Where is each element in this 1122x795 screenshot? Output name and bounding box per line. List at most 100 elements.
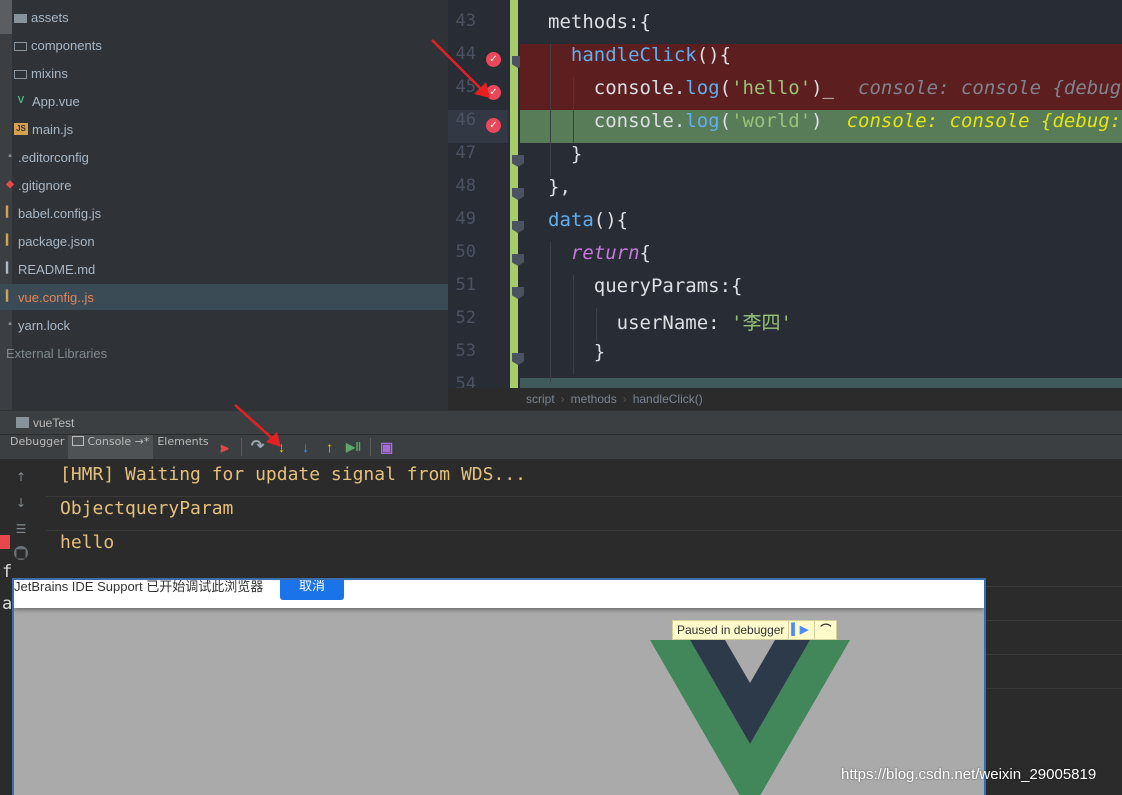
tree-item-label: .gitignore [18,177,72,193]
tree-item-main-js[interactable]: JS main.js [0,116,448,142]
breadcrumb-item[interactable]: script [526,392,555,406]
annotation-arrow-icon [234,404,281,447]
tree-item-package-json[interactable]: ▎ package.json [0,228,448,254]
config-file-icon: ▪ [8,151,12,162]
tree-item-editorconfig[interactable]: ▪ .editorconfig [0,144,448,170]
resume-icon[interactable]: ▍▶ [788,621,810,639]
scroll-down-icon[interactable]: ↓ [14,496,28,510]
line-number: 49 [455,209,476,229]
run-config-icon [16,417,29,428]
edge-letter: a [2,594,13,614]
code-line-44: handleClick(){ [520,44,1122,77]
line-number: 53 [455,341,476,361]
breadcrumb-item[interactable]: methods [571,392,617,406]
console-icon [72,436,85,446]
file-icon: ▪ [8,319,12,330]
browser-window[interactable]: JetBrains IDE Support 已开始调试此浏览器 取消 Pause… [12,578,986,795]
line-number: 50 [455,242,476,262]
infobar-message: JetBrains IDE Support 已开始调试此浏览器 [14,579,264,594]
scroll-up-icon[interactable]: ↑ [14,470,28,484]
debug-toolbar: Debugger Console →* Elements ⫸ ↷ ↓ ↓ ↑ ▶… [0,434,1122,460]
tree-item-label: vue.config..js [18,289,94,305]
json-file-icon: ▎ [6,235,14,246]
tree-item-external-libraries[interactable]: External Libraries [0,340,448,366]
inline-debug-value: console: console {debug: [846,110,1122,132]
code-line: }, [520,0,1122,11]
folder-icon [14,69,27,79]
breadcrumb-separator: › [560,392,565,406]
force-step-into-icon[interactable]: ↓ [295,436,317,458]
tree-item-readme[interactable]: ▎ README.md [0,256,448,282]
run-to-cursor-icon[interactable]: ▶‖ [343,436,365,458]
console-line: ObjectqueryParam [46,498,1122,531]
code-line-50: return{ [570,242,651,264]
code-line-51: queryParams:{ [593,275,743,297]
tree-item-label: .editorconfig [18,149,89,165]
tree-item-label: README.md [18,261,96,277]
indent-guide [573,275,574,374]
breadcrumb-item[interactable]: handleClick() [633,392,703,406]
tree-item-yarn-lock[interactable]: ▪ yarn.lock [0,312,448,338]
code-line-45: console.log('hello')_ console: console {d… [520,77,1122,110]
clear-icon[interactable]: ■ [14,546,28,560]
tab-console[interactable]: Console →* [68,435,154,459]
tree-item-gitignore[interactable]: ◆ .gitignore [0,172,448,198]
console-line: [HMR] Waiting for update signal from WDS… [46,464,1122,497]
js-file-icon: JS [14,123,28,135]
background-console-edge [986,578,1122,795]
folder-icon [14,13,27,23]
tree-item-label: babel.config.js [18,205,102,221]
project-tree: assets components mixins V App.vue JS ma… [0,0,448,410]
filter-icon[interactable]: ☰ [14,522,28,536]
breakpoint-icon[interactable]: ✓ [486,118,501,133]
inline-debug-value: console: console {debug: [858,77,1122,99]
tree-item-label: package.json [18,233,95,249]
tree-item-label: External Libraries [6,345,108,361]
tab-elements[interactable]: Elements [153,435,212,459]
evaluate-icon[interactable]: ▣ [376,436,398,458]
tree-item-mixins[interactable]: mixins [0,60,448,86]
vue-file-icon: V [17,95,25,106]
code-editor[interactable]: 42 43 44 45 46 47 48 49 50 51 52 53 54 ✓… [448,0,1122,388]
tree-item-label: App.vue [32,93,80,109]
background-editor-edge: f a [0,535,13,795]
line-number: 51 [455,275,476,295]
indent-guide [596,308,597,341]
tree-item-label: yarn.lock [18,317,71,333]
edge-letter: f [2,562,13,582]
tree-item-assets[interactable]: assets [0,4,448,30]
toolbar-separator [369,438,371,456]
js-file-icon: ▎ [6,207,14,218]
js-file-icon: ▎ [6,291,14,302]
tree-item-label: assets [31,9,69,25]
console-output[interactable]: ↑ ↓ ☰ ■ [HMR] Waiting for update signal … [0,460,1122,578]
code-line-46: console.log('world') console: console {de… [520,110,1122,143]
line-number: 54 [455,374,476,388]
watermark: https://blog.csdn.net/weixin_29005819 [841,766,1097,783]
annotation-arrow-icon [431,39,490,98]
console-line: hello [60,532,115,553]
stop-icon[interactable] [0,535,10,549]
cancel-button[interactable]: 取消 [280,580,344,600]
tree-item-vue-config[interactable]: ▎ vue.config..js [0,284,448,310]
tab-debugger[interactable]: Debugger [0,435,68,459]
tree-item-app-vue[interactable]: V App.vue [0,88,448,114]
md-file-icon: ▎ [6,263,14,274]
tree-item-components[interactable]: components [0,32,448,58]
paused-label: Paused in debugger [677,623,785,637]
step-over-icon[interactable]: ⌒ [814,621,836,639]
divider [986,586,1122,587]
run-window-header: vueTest [0,410,1122,434]
run-config-title[interactable]: vueTest [33,416,74,430]
code-line-53: } [593,341,606,363]
code-line-43: methods:{ [548,11,651,33]
debugger-infobar: JetBrains IDE Support 已开始调试此浏览器 取消 [14,580,984,608]
tree-item-label: mixins [31,65,68,81]
tree-item-babel-config[interactable]: ▎ babel.config.js [0,200,448,226]
paused-overlay: Paused in debugger ▍▶ ⌒ [672,620,838,640]
indent-guide [573,77,574,143]
line-number: 52 [455,308,476,328]
step-out-icon[interactable]: ↑ [319,436,341,458]
code-line-49: data(){ [548,209,629,231]
line-number: 47 [455,143,476,163]
